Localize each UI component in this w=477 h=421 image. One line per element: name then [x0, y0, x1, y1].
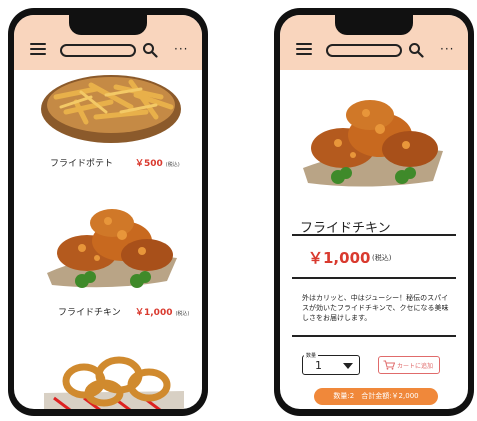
search-input[interactable] [326, 44, 402, 57]
product-price: ￥1,000 [308, 249, 371, 267]
item-price: ￥500 (税込) [135, 159, 180, 169]
menu-icon[interactable] [296, 43, 312, 55]
search-input[interactable] [60, 44, 136, 57]
order-total-button[interactable]: 数量:2 合計金額:￥2,000 [314, 388, 438, 405]
cart-icon [383, 360, 395, 370]
divider [292, 277, 456, 279]
fries-image[interactable] [36, 67, 186, 147]
notch [69, 15, 147, 35]
list-screen: ··· フライドポテト ￥500 (税込) フライドチキン ￥1,000 (税込… [14, 15, 202, 409]
product-description: 外はカリッと、中はジューシー！秘伝のスパイスが効いたフライドチキンで、クセになる… [302, 294, 449, 322]
add-to-cart-button[interactable]: カートに追加 [378, 356, 440, 374]
quantity-label: 数量 [304, 352, 319, 359]
quantity-value: 1 [315, 359, 322, 372]
item-price: ￥1,000 (税込) [135, 308, 190, 318]
fried-chicken-image [303, 100, 443, 187]
notch [335, 15, 413, 35]
phone-list: ··· フライドポテト ￥500 (税込) フライドチキン ￥1,000 (税込… [8, 8, 208, 416]
search-icon[interactable] [408, 42, 424, 58]
fried-chicken-image[interactable] [42, 203, 182, 293]
phone-detail: ··· フライドチキン ￥1,000 (税込) 外はカリッと、中はジューシー！秘… [274, 8, 474, 416]
more-icon[interactable]: ··· [174, 42, 188, 56]
divider [292, 335, 456, 337]
more-icon[interactable]: ··· [440, 42, 454, 56]
chevron-down-icon [343, 363, 353, 369]
add-to-cart-label: カートに追加 [397, 363, 434, 370]
item-name: フライドチキン [58, 308, 121, 318]
item-name: フライドポテト [50, 159, 114, 169]
search-icon[interactable] [142, 42, 158, 58]
divider [292, 234, 456, 236]
tax-note: (税込) [372, 254, 392, 262]
menu-icon[interactable] [30, 43, 46, 55]
detail-screen: ··· フライドチキン ￥1,000 (税込) 外はカリッと、中はジューシー！秘… [280, 15, 468, 409]
onion-rings-image[interactable] [44, 353, 184, 409]
